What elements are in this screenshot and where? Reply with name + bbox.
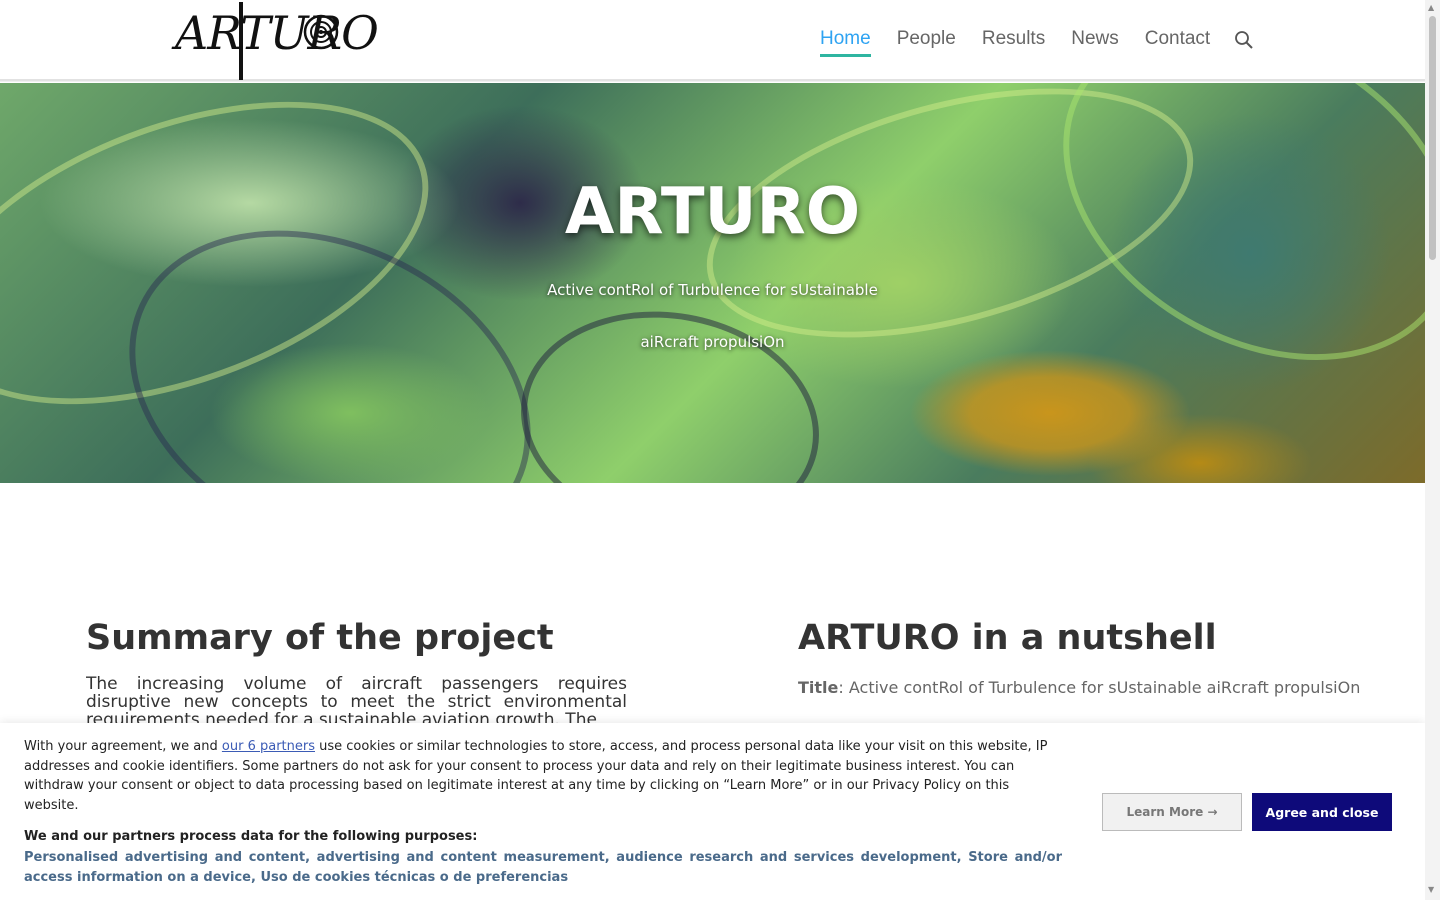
nav-news[interactable]: News [1071,28,1119,57]
nutshell-title-line: Title: Active contRol of Turbulence for … [798,678,1360,697]
nutshell-title: ARTURO in a nutshell [798,618,1217,658]
hero-banner: ARTURO Active contRol of Turbulence for … [0,83,1425,483]
site-logo[interactable]: ARTURO [175,2,379,80]
hero-subtitle-line2: aiRcraft propulsiOn [640,333,785,351]
scrollbar-thumb[interactable] [1429,16,1436,260]
summary-text: The increasing volume of aircraft passen… [86,675,627,723]
hero-title: ARTURO [564,175,861,249]
purposes-title: We and our partners process data for the… [24,829,478,844]
hero-subtitle-line1: Active contRol of Turbulence for sUstain… [547,281,878,299]
logo-text: ARTURO [175,6,379,60]
cookie-text-start: With your agreement, we and [24,739,222,754]
nutshell-label: Title [798,678,839,697]
learn-more-button[interactable]: Learn More → [1102,793,1242,831]
search-icon[interactable] [1234,30,1254,50]
agree-button[interactable]: Agree and close [1252,793,1392,831]
summary-title: Summary of the project [86,618,554,658]
nav-people[interactable]: People [897,28,956,57]
cookie-text: With your agreement, we and our 6 partne… [24,737,1054,815]
partners-link[interactable]: our 6 partners [222,739,315,754]
nav-home[interactable]: Home [820,28,871,57]
page-scrollbar[interactable]: ▲ ▼ [1425,0,1440,900]
logo-rings-icon [303,14,339,50]
main-nav: Home People Results News Contact [820,28,1236,57]
cookie-banner: With your agreement, we and our 6 partne… [0,723,1425,900]
scroll-up-icon[interactable]: ▲ [1428,3,1434,12]
purposes-list[interactable]: Personalised advertising and content, ad… [24,848,1062,887]
nav-results[interactable]: Results [982,28,1045,57]
scroll-down-icon[interactable]: ▼ [1428,885,1434,894]
site-header: ARTURO Home People Results News Contact [0,0,1425,81]
nutshell-value: : Active contRol of Turbulence for sUsta… [838,678,1361,697]
logo-bar [239,2,243,80]
nav-contact[interactable]: Contact [1145,28,1210,57]
